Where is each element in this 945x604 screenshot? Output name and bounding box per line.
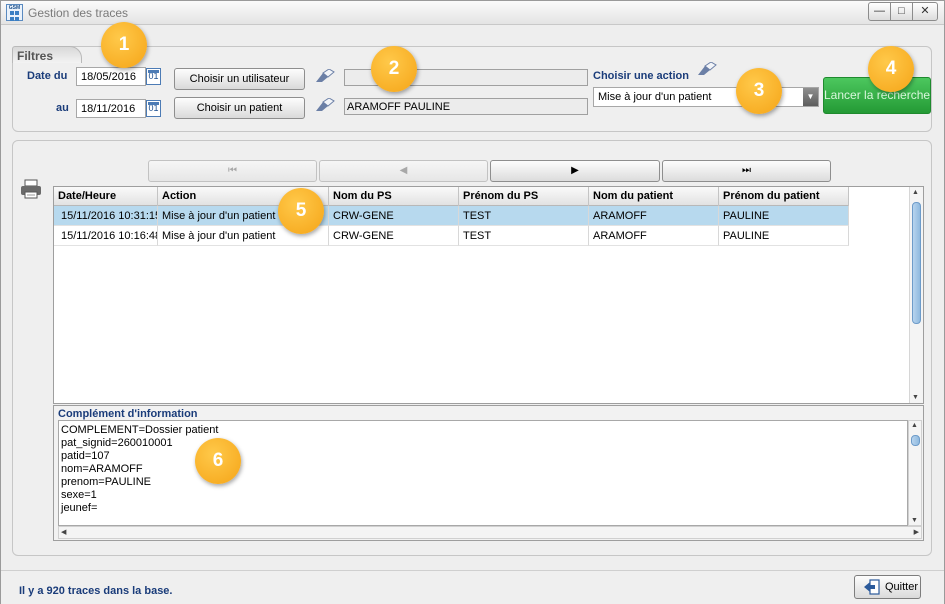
cell-ps-name: CRW-GENE (329, 206, 459, 226)
eraser-icon[interactable] (696, 62, 718, 76)
choose-action-label: Choisir une action (593, 70, 689, 82)
table-row[interactable]: 15/11/2016 10:31:15 Mise à jour d'un pat… (54, 206, 849, 226)
cell-patient-firstname: PAULINE (719, 206, 849, 226)
cell-ps-name: CRW-GENE (329, 226, 459, 246)
cell-patient-name: ARAMOFF (589, 206, 719, 226)
scroll-up-icon[interactable]: ▲ (911, 422, 918, 429)
filters-tab-label: Filtres (12, 46, 82, 63)
window-controls: — □ ✕ (868, 2, 938, 21)
info-line: jeunef= (61, 502, 98, 514)
close-button[interactable]: ✕ (913, 3, 937, 20)
column-header-patient-firstname[interactable]: Prénom du patient (719, 187, 849, 206)
cell-patient-name: ARAMOFF (589, 226, 719, 246)
scrollbar-thumb[interactable] (911, 435, 920, 446)
info-horizontal-scrollbar[interactable]: ◀ ▶ (58, 526, 922, 539)
scroll-left-icon[interactable]: ◀ (61, 528, 66, 536)
app-window: GSM Gestion des traces — □ ✕ Filtres Dat… (0, 0, 945, 604)
chevron-down-icon[interactable]: ▼ (803, 88, 818, 106)
trace-count-text: Il y a 920 traces dans la base. (19, 585, 173, 597)
minimize-button[interactable]: — (869, 3, 891, 20)
cell-date: 15/11/2016 10:31:15 (54, 206, 158, 226)
printer-icon[interactable] (20, 178, 42, 200)
exit-icon (864, 579, 880, 595)
annotation-badge-4: 4 (868, 46, 914, 92)
column-header-patient-name[interactable]: Nom du patient (589, 187, 719, 206)
scrollbar-thumb[interactable] (912, 202, 921, 324)
info-line: prenom=PAULINE (61, 476, 151, 488)
calendar-icon[interactable]: 01 (146, 100, 161, 117)
column-header-ps-name[interactable]: Nom du PS (329, 187, 459, 206)
previous-page-button[interactable]: ◀ (319, 160, 488, 182)
cell-patient-firstname: PAULINE (719, 226, 849, 246)
date-from-label: Date du (27, 70, 68, 82)
cell-ps-firstname: TEST (459, 206, 589, 226)
scroll-down-icon[interactable]: ▼ (912, 394, 919, 401)
action-select[interactable]: Mise à jour d'un patient ▼ (593, 87, 819, 107)
traces-table: Date/Heure Action Nom du PS Prénom du PS… (53, 186, 924, 404)
annotation-badge-2: 2 (371, 46, 417, 92)
title-bar: GSM Gestion des traces — □ ✕ (1, 1, 944, 25)
maximize-button[interactable]: □ (891, 3, 913, 20)
column-header-ps-firstname[interactable]: Prénom du PS (459, 187, 589, 206)
info-text-area[interactable]: COMPLEMENT=Dossier patient pat_signid=26… (58, 420, 908, 526)
choose-user-button[interactable]: Choisir un utilisateur (174, 68, 305, 90)
info-line: patid=107 (61, 450, 110, 462)
info-line: COMPLEMENT=Dossier patient (61, 424, 219, 436)
info-title: Complément d'information (58, 408, 198, 420)
date-to-label: au (56, 102, 69, 114)
cell-ps-firstname: TEST (459, 226, 589, 246)
status-bar: Il y a 920 traces dans la base. (1, 570, 944, 604)
quit-button[interactable]: Quitter (854, 575, 921, 599)
first-page-button[interactable]: ⏮ (148, 160, 317, 182)
patient-field: ARAMOFF PAULINE (344, 98, 588, 115)
table-row[interactable]: 15/11/2016 10:16:48 Mise à jour d'un pat… (54, 226, 849, 246)
column-header-date[interactable]: Date/Heure (54, 187, 158, 206)
info-line: sexe=1 (61, 489, 97, 501)
scroll-up-icon[interactable]: ▲ (912, 189, 919, 196)
date-from-input[interactable]: 18/05/2016 (76, 67, 146, 86)
annotation-badge-3: 3 (736, 68, 782, 114)
table-scrollbar[interactable]: ▲ ▼ (909, 187, 923, 403)
eraser-icon[interactable] (314, 98, 336, 112)
date-to-input[interactable]: 18/11/2016 (76, 99, 146, 118)
annotation-badge-5: 5 (278, 188, 324, 234)
info-panel: Complément d'information COMPLEMENT=Doss… (53, 405, 924, 541)
cell-date: 15/11/2016 10:16:48 (54, 226, 158, 246)
action-select-value: Mise à jour d'un patient (598, 91, 712, 103)
next-page-button[interactable]: ▶ (490, 160, 660, 182)
eraser-icon[interactable] (314, 69, 336, 83)
choose-patient-button[interactable]: Choisir un patient (174, 97, 305, 119)
last-page-button[interactable]: ⏭ (662, 160, 831, 182)
annotation-badge-1: 1 (101, 22, 147, 68)
calendar-icon[interactable]: 01 (146, 68, 161, 85)
table-header: Date/Heure Action Nom du PS Prénom du PS… (54, 187, 849, 206)
scroll-right-icon[interactable]: ▶ (914, 528, 919, 536)
info-line: pat_signid=260010001 (61, 437, 173, 449)
app-logo-icon: GSM (6, 4, 23, 21)
info-line: nom=ARAMOFF (61, 463, 143, 475)
window-title: Gestion des traces (28, 6, 129, 20)
quit-button-label: Quitter (885, 581, 919, 593)
annotation-badge-6: 6 (195, 438, 241, 484)
info-scrollbar[interactable]: ▲ ▼ (908, 420, 922, 526)
scroll-down-icon[interactable]: ▼ (911, 517, 918, 524)
